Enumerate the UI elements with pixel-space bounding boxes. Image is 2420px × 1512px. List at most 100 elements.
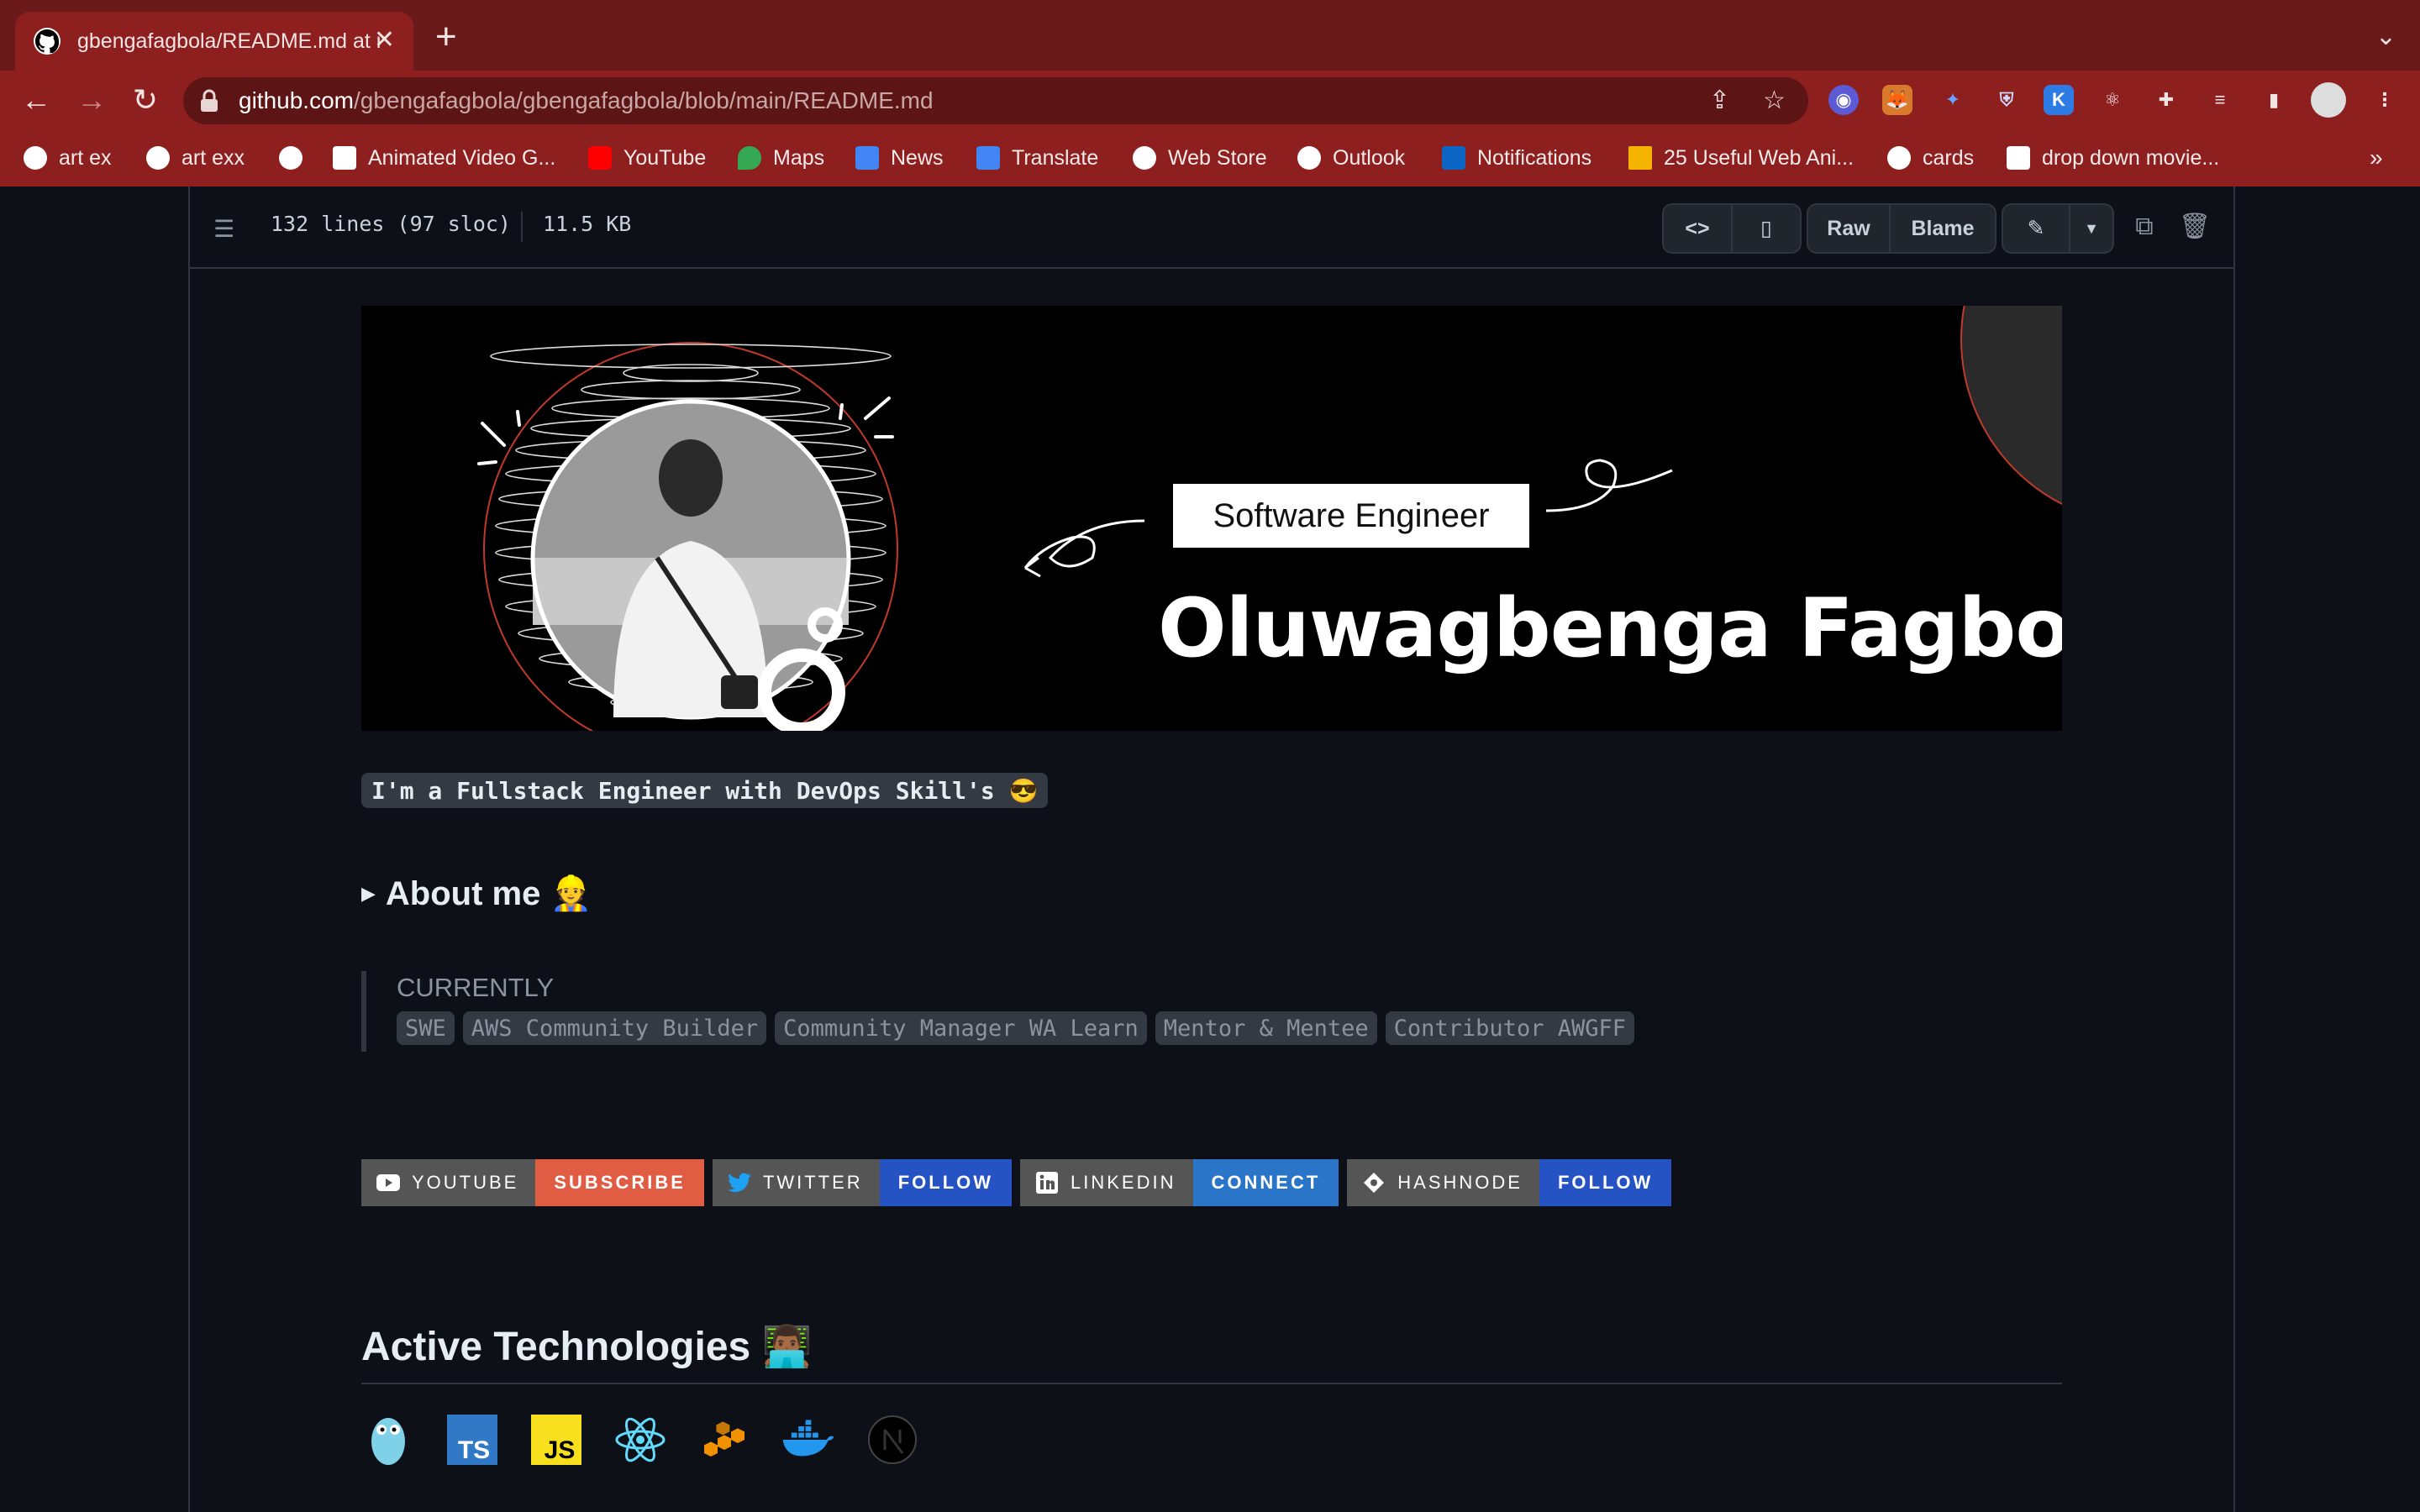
bookmark-item[interactable]: Maps: [738, 141, 824, 175]
code-view-icon[interactable]: <>: [1664, 205, 1731, 252]
bookmark-item[interactable]: Animated Video G...: [333, 141, 555, 175]
extensions-puzzle-icon[interactable]: ✚: [2151, 85, 2181, 115]
role-chip: Mentor & Mentee: [1155, 1011, 1377, 1045]
currently-chips: SWE AWS Community Builder Community Mana…: [397, 1011, 1643, 1045]
about-me-summary[interactable]: ▶ About me 👷: [361, 874, 592, 913]
globe-icon: [1297, 146, 1321, 170]
blame-button[interactable]: Blame: [1889, 205, 1995, 252]
address-bar[interactable]: github.com/gbengafagbola/gbengafagbola/b…: [183, 77, 1808, 124]
twitter-badge[interactable]: TWITTER FOLLOW: [712, 1159, 1013, 1206]
delete-trash-icon[interactable]: 🗑: [2176, 208, 2213, 245]
edit-dropdown-icon[interactable]: ▼: [2069, 205, 2112, 252]
bookmark-item[interactable]: art ex: [24, 141, 112, 175]
javascript-icon[interactable]: JS: [529, 1413, 583, 1467]
github-icon: [34, 28, 60, 55]
grid-icon: [1628, 146, 1652, 170]
reload-icon[interactable]: ↻: [128, 82, 163, 118]
role-chip: Contributor AWGFF: [1385, 1011, 1634, 1045]
hashnode-badge[interactable]: HASHNODE FOLLOW: [1347, 1159, 1672, 1206]
maps-icon: [738, 146, 761, 170]
bookmark-item[interactable]: [279, 141, 314, 175]
bookmark-item[interactable]: cards: [1887, 141, 1974, 175]
forward-arrow-icon[interactable]: →: [74, 82, 109, 118]
bookmark-item[interactable]: News: [855, 141, 944, 175]
docker-icon[interactable]: [781, 1413, 835, 1467]
tab-title: gbengafagbola/README.md at main · gbenga…: [77, 29, 380, 53]
tab-readme[interactable]: gbengafagbola/README.md at main · gbenga…: [15, 12, 413, 71]
bookmark-item[interactable]: Outlook: [1297, 141, 1405, 175]
share-icon[interactable]: ⇪: [1709, 86, 1730, 115]
globe-icon: [146, 146, 170, 170]
new-tab-icon[interactable]: +: [435, 18, 457, 55]
bookmark-item[interactable]: Web Store: [1133, 141, 1267, 175]
satellite-extension-icon[interactable]: ✦: [1938, 85, 1968, 115]
raw-blame-group: Raw Blame: [1807, 203, 1996, 254]
social-badges: YOUTUBE SUBSCRIBE TWITTER FOLLOW LINKEDI…: [361, 1159, 1680, 1206]
react-icon[interactable]: [613, 1413, 667, 1467]
extension-ghost-icon[interactable]: ◉: [1828, 85, 1859, 115]
file-size: 11.5 KB: [543, 212, 632, 236]
youtube-badge[interactable]: YOUTUBE SUBSCRIBE: [361, 1159, 704, 1206]
file-header: ☰ 132 lines (97 sloc) 11.5 KB <> ▯ Raw B…: [190, 186, 2233, 269]
bookmark-item[interactable]: art exx: [146, 141, 245, 175]
raw-button[interactable]: Raw: [1808, 205, 1889, 252]
role-chip: Community Manager WA Learn: [775, 1011, 1147, 1045]
view-toggle: <> ▯: [1662, 203, 1802, 254]
url-text: github.com/gbengafagbola/gbengafagbola/b…: [239, 87, 934, 113]
tab-search-chevron-icon[interactable]: ⌄: [2375, 22, 2396, 51]
youtube-icon: [376, 1171, 400, 1194]
back-arrow-icon[interactable]: ←: [18, 82, 54, 118]
tab-close-icon[interactable]: ✕: [374, 25, 395, 55]
file-box: ☰ 132 lines (97 sloc) 11.5 KB <> ▯ Raw B…: [188, 186, 2235, 1512]
go-icon[interactable]: [361, 1413, 415, 1467]
news-icon: [855, 146, 879, 170]
banner-name: Oluwagbenga Fagbola: [1158, 581, 2062, 675]
browser-menu-icon[interactable]: ⋮: [2370, 85, 2400, 115]
outline-list-icon[interactable]: ☰: [213, 215, 234, 243]
globe-icon: [279, 146, 302, 170]
copy-icon[interactable]: ⧉: [2126, 208, 2163, 245]
lock-icon: [201, 89, 218, 112]
reading-list-icon[interactable]: ≡: [2205, 85, 2235, 115]
tab-strip: gbengafagbola/README.md at main · gbenga…: [0, 0, 2420, 71]
k-extension-icon[interactable]: K: [2044, 85, 2074, 115]
preview-file-icon[interactable]: ▯: [1731, 205, 1800, 252]
file-line-count: 132 lines (97 sloc): [271, 212, 511, 236]
react-devtools-icon[interactable]: ⚛: [2097, 85, 2128, 115]
edit-group: ✎ ▼: [2002, 203, 2114, 254]
edit-pencil-icon[interactable]: ✎: [2003, 205, 2069, 252]
more-bookmarks-icon[interactable]: »: [2370, 141, 2383, 175]
github-page: ☰ 132 lines (97 sloc) 11.5 KB <> ▯ Raw B…: [0, 186, 2420, 1512]
globe-icon: [1133, 146, 1156, 170]
technology-icons: TS JS: [361, 1413, 950, 1467]
banner-role-label: Software Engineer: [1173, 484, 1529, 548]
twitter-icon: [727, 1171, 751, 1194]
bookmark-item[interactable]: Translate: [976, 141, 1098, 175]
codepen-icon: [333, 146, 356, 170]
intro-code: I'm a Fullstack Engineer with DevOps Ski…: [361, 773, 1049, 808]
nextjs-icon[interactable]: [865, 1413, 919, 1467]
typescript-icon[interactable]: TS: [445, 1413, 499, 1467]
bookmark-item[interactable]: YouTube: [588, 141, 706, 175]
role-chip: AWS Community Builder: [462, 1011, 767, 1045]
youtube-icon: [588, 146, 612, 170]
bookmark-item[interactable]: drop down movie...: [2007, 141, 2219, 175]
aws-icon[interactable]: [697, 1413, 751, 1467]
bookmark-star-icon[interactable]: ☆: [1763, 86, 1786, 115]
bookmark-item[interactable]: 25 Useful Web Ani...: [1628, 141, 1854, 175]
currently-blockquote: CURRENTLY SWE AWS Community Builder Comm…: [361, 971, 1643, 1052]
globe-icon: [24, 146, 47, 170]
currently-label: CURRENTLY: [397, 973, 555, 1002]
browser-toolbar: ← → ↻ github.com/gbengafagbola/gbengafag…: [0, 71, 2420, 129]
profile-banner: Software Engineer Oluwagbenga Fagbola: [361, 306, 2062, 731]
svg-text:TS: TS: [458, 1436, 490, 1464]
side-panel-icon[interactable]: ▮: [2259, 85, 2289, 115]
profile-avatar[interactable]: [2311, 82, 2346, 118]
bookmark-item[interactable]: Notifications: [1442, 141, 1591, 175]
disclosure-triangle-icon: ▶: [361, 882, 376, 904]
globe-icon: [1887, 146, 1911, 170]
shield-extension-icon[interactable]: ⛨: [1991, 85, 2022, 115]
linkedin-badge[interactable]: LINKEDIN CONNECT: [1020, 1159, 1339, 1206]
metamask-icon[interactable]: 🦊: [1882, 85, 1912, 115]
role-chip: SWE: [397, 1011, 455, 1045]
